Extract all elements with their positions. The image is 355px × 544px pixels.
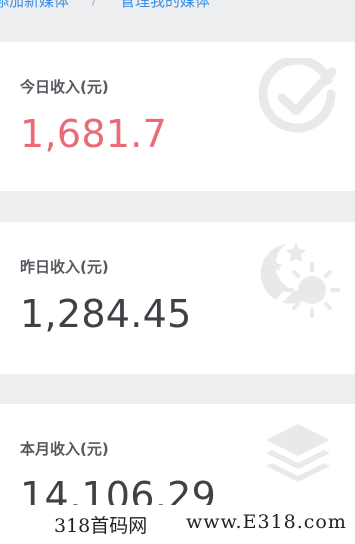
breadcrumb-separator: / [92, 0, 97, 8]
night-moon-sun-icon [260, 242, 340, 318]
today-income-label: 今日收入(元) [20, 78, 109, 96]
watermark-site-name: 318首码网 [54, 515, 148, 537]
yesterday-income-card: 昨日收入(元) 1,284.45 [0, 222, 355, 374]
watermark-url: www.E318.com [186, 511, 347, 533]
breadcrumb: 添加新媒体 / 管理我的媒体 [0, 0, 355, 12]
month-income-label: 本月收入(元) [20, 440, 109, 458]
today-income-value: 1,681.7 [20, 112, 168, 156]
layers-stack-icon [266, 424, 330, 482]
yesterday-income-value: 1,284.45 [20, 292, 192, 336]
breadcrumb-link-add-media[interactable]: 添加新媒体 [0, 0, 69, 11]
breadcrumb-current-manage-media[interactable]: 管理我的媒体 [120, 0, 210, 11]
check-circle-icon [258, 58, 337, 133]
yesterday-income-label: 昨日收入(元) [20, 258, 109, 276]
site-watermark: 318首码网 www.E318.com [0, 505, 355, 539]
today-income-card: 今日收入(元) 1,681.7 [0, 42, 355, 191]
